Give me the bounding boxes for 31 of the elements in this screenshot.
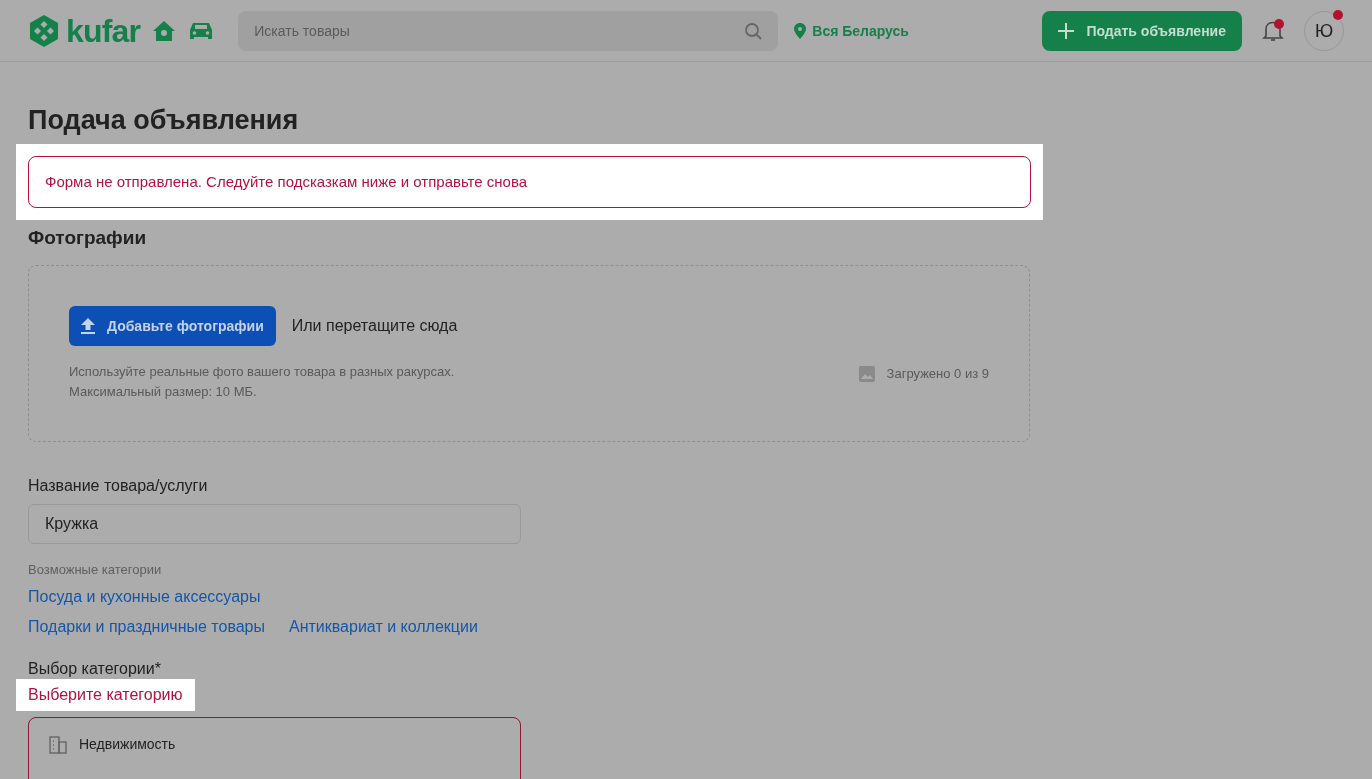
logo-icon <box>28 13 60 48</box>
building-icon <box>49 735 67 754</box>
search-icon[interactable] <box>744 21 763 40</box>
notification-bell-icon[interactable] <box>1262 18 1284 43</box>
error-text: Выберите категорию <box>28 686 183 704</box>
house-icon[interactable] <box>152 19 177 42</box>
category-option[interactable]: Недвижимость <box>49 734 500 756</box>
search-field[interactable]: Искать товары <box>238 10 779 51</box>
suggestions-label: Возможные категории <box>28 560 163 579</box>
category-link[interactable]: Посуда и кухонные аксессуары <box>28 585 261 610</box>
field-label: Выбор категории* <box>28 659 162 680</box>
photo-drop-zone[interactable]: Добавьте фотографии Или перетащите сюда Используйте реальные фото вашего товара в разных ракурсах. Максимальный размер: 10 МБ. Загружено 0 из 9 <box>28 264 1030 442</box>
upload-icon <box>81 317 95 334</box>
upload-counter: Загружено 0 из 9 <box>886 364 989 383</box>
location-pin-icon <box>794 22 807 39</box>
plus-icon <box>1058 22 1075 39</box>
page-title: Подача объявления <box>28 104 300 137</box>
add-photos-button[interactable]: Добавьте фотографии <box>69 305 276 346</box>
error-banner: Форма не отправлена. Следуйте подсказкам ниже и отправьте снова <box>28 155 1031 209</box>
category-link[interactable]: Антиквариат и коллекции <box>289 615 478 640</box>
field-label: Название товара/услуги <box>28 475 209 496</box>
location-link[interactable]: Вся Беларусь <box>812 20 909 41</box>
title-input[interactable]: Кружка <box>28 503 521 544</box>
hint-text: Используйте реальные фото вашего товара в разных ракурсах. <box>69 362 455 381</box>
logo-text[interactable]: kufar <box>66 14 141 47</box>
hint-text: Максимальный размер: 10 МБ. <box>69 382 258 401</box>
image-icon <box>858 365 875 382</box>
drag-hint: Или перетащите сюда <box>291 315 458 336</box>
section-title: Фотографии <box>28 226 148 251</box>
post-ad-button[interactable]: Подать объявление <box>1042 10 1242 51</box>
category-link[interactable]: Подарки и праздничные товары <box>28 615 265 640</box>
